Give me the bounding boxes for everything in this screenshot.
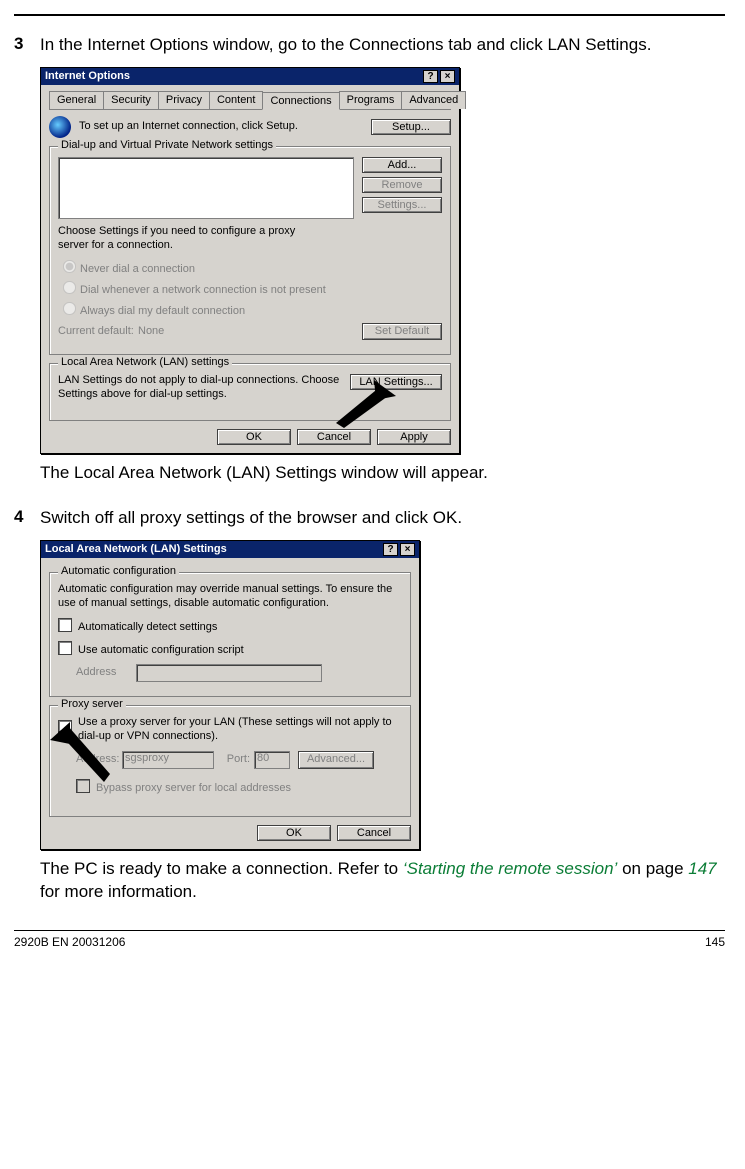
script-address-input	[136, 664, 322, 682]
setup-description: To set up an Internet connection, click …	[79, 120, 371, 134]
auto-config-text: Automatic configuration may override man…	[58, 583, 402, 611]
dialog-title: Local Area Network (LAN) Settings	[45, 543, 227, 555]
radio-dial-whenever: Dial whenever a network connection is no…	[58, 277, 442, 298]
cancel-button[interactable]: Cancel	[297, 429, 371, 445]
tab-content[interactable]: Content	[209, 91, 264, 109]
section-divider	[14, 14, 725, 16]
cross-reference-link[interactable]: ‘Starting the remote session’	[403, 859, 618, 878]
step4-caption: The PC is ready to make a connection. Re…	[40, 858, 725, 904]
lan-settings-button[interactable]: LAN Settings...	[350, 374, 442, 390]
page-footer: 2920B EN 20031206 145	[14, 930, 725, 949]
tab-privacy[interactable]: Privacy	[158, 91, 210, 109]
tab-advanced[interactable]: Advanced	[401, 91, 466, 109]
cancel-button[interactable]: Cancel	[337, 825, 411, 841]
current-default-label: Current default:	[58, 325, 138, 339]
script-address-label: Address	[58, 666, 136, 680]
close-button[interactable]: ×	[400, 543, 415, 556]
step3-caption: The Local Area Network (LAN) Settings wi…	[40, 462, 725, 485]
group-title: Local Area Network (LAN) settings	[58, 356, 232, 368]
advanced-button: Advanced...	[298, 751, 374, 769]
cross-reference-page[interactable]: 147	[688, 859, 716, 878]
auto-detect-checkbox[interactable]: Automatically detect settings	[58, 616, 402, 635]
dialup-group: Dial-up and Virtual Private Network sett…	[49, 146, 451, 356]
lan-description: LAN Settings do not apply to dial-up con…	[58, 374, 350, 402]
auto-config-group: Automatic configuration Automatic config…	[49, 572, 411, 697]
proxy-group: Proxy server Use a proxy server for your…	[49, 705, 411, 817]
dialog-titlebar[interactable]: Local Area Network (LAN) Settings ? ×	[41, 541, 419, 558]
proxy-description: Use a proxy server for your LAN (These s…	[78, 716, 402, 744]
close-button[interactable]: ×	[440, 70, 455, 83]
proxy-address-input: sgsproxy	[122, 751, 214, 769]
step-number: 3	[14, 34, 40, 57]
help-button[interactable]: ?	[383, 543, 398, 556]
globe-icon	[49, 116, 71, 138]
tab-security[interactable]: Security	[103, 91, 159, 109]
add-button[interactable]: Add...	[362, 157, 442, 173]
group-title: Automatic configuration	[58, 565, 179, 577]
step-text: In the Internet Options window, go to th…	[40, 34, 725, 57]
connections-listbox[interactable]	[58, 157, 354, 219]
help-button[interactable]: ?	[423, 70, 438, 83]
step-text: Switch off all proxy settings of the bro…	[40, 507, 725, 530]
radio-always-dial: Always dial my default connection	[58, 298, 442, 319]
tab-strip: General Security Privacy Content Connect…	[49, 91, 451, 110]
internet-options-dialog: Internet Options ? × General Security Pr…	[40, 67, 460, 454]
setup-button[interactable]: Setup...	[371, 119, 451, 135]
proxy-port-label: Port:	[214, 753, 254, 767]
bypass-checkbox: Bypass proxy server for local addresses	[58, 777, 402, 796]
footer-page-number: 145	[705, 935, 725, 949]
lan-group: Local Area Network (LAN) settings LAN Se…	[49, 363, 451, 421]
ok-button[interactable]: OK	[257, 825, 331, 841]
set-default-button: Set Default	[362, 323, 442, 341]
tab-connections[interactable]: Connections	[262, 92, 339, 110]
group-title: Proxy server	[58, 698, 126, 710]
apply-button[interactable]: Apply	[377, 429, 451, 445]
step-4: 4 Switch off all proxy settings of the b…	[14, 507, 725, 530]
dialog-titlebar[interactable]: Internet Options ? ×	[41, 68, 459, 85]
remove-button: Remove	[362, 177, 442, 193]
current-default-value: None	[138, 325, 362, 339]
proxy-address-label: Address:	[76, 753, 122, 767]
step-3: 3 In the Internet Options window, go to …	[14, 34, 725, 57]
settings-button: Settings...	[362, 197, 442, 213]
radio-never-dial: Never dial a connection	[58, 256, 442, 277]
auto-script-checkbox[interactable]: Use automatic configuration script	[58, 639, 402, 658]
dialog-title: Internet Options	[45, 70, 130, 82]
proxy-port-input: 80	[254, 751, 290, 769]
choose-settings-text: Choose Settings if you need to configure…	[58, 225, 318, 253]
lan-settings-dialog: Local Area Network (LAN) Settings ? × Au…	[40, 540, 420, 850]
tab-general[interactable]: General	[49, 91, 104, 109]
tab-programs[interactable]: Programs	[339, 91, 403, 109]
step-number: 4	[14, 507, 40, 530]
group-title: Dial-up and Virtual Private Network sett…	[58, 139, 276, 151]
footer-docid: 2920B EN 20031206	[14, 935, 125, 949]
use-proxy-checkbox[interactable]	[58, 720, 72, 734]
ok-button[interactable]: OK	[217, 429, 291, 445]
